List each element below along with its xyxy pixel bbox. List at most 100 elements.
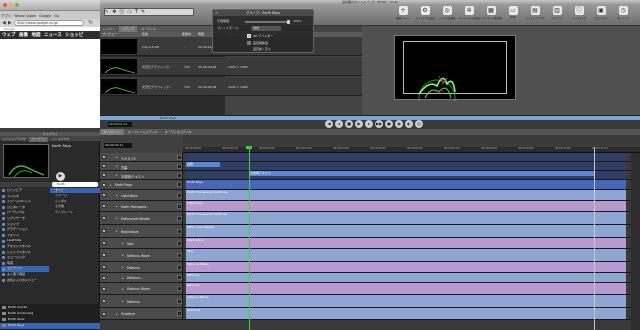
- library-category-item[interactable]: テキストスタイル: [1, 244, 49, 249]
- media-row[interactable]: 光沢元グラフィック… YUV 00:00:09;28 1920 × 1080: [100, 57, 362, 76]
- disclosure-triangle-icon[interactable]: ▸: [116, 312, 118, 316]
- layer-enable-checkbox[interactable]: ✓: [102, 286, 106, 291]
- layer-enable-checkbox[interactable]: ✓: [102, 182, 106, 187]
- layer-bar[interactable]: Light Rays: [186, 201, 626, 211]
- library-category-item[interactable]: シェイプ: [1, 222, 49, 227]
- library-category-item[interactable]: よく使う項目: [1, 272, 49, 277]
- col-in-use[interactable]: 使用中: [182, 32, 191, 36]
- timeline-layer[interactable]: ✓ ▸ Defocus Defocus Wave: [100, 295, 640, 308]
- timeline-layer[interactable]: ✓ ▸ Defocused Wealth Earth Transparent Outl…: [100, 212, 640, 225]
- bookmark-item[interactable]: Google: [38, 12, 52, 18]
- toolbar-button[interactable]: ✲ パーティクルを作成: [458, 6, 480, 26]
- tab-library[interactable]: ライブラリ: [29, 137, 49, 142]
- library-item[interactable]: Earth Rays: [0, 323, 100, 329]
- layer-bar[interactable]: Earth Transparent Outlines: [186, 190, 626, 200]
- transport-button-icon[interactable]: ▸: [365, 120, 373, 128]
- layer-enable-checkbox[interactable]: ✓: [102, 275, 106, 280]
- forward-icon[interactable]: ▶: [8, 20, 12, 26]
- toolbar-button[interactable]: ⓘ インスペクタ: [568, 6, 590, 26]
- library-category-item[interactable]: シェイプスタイル: [1, 250, 49, 255]
- disclosure-triangle-icon[interactable]: ▸: [122, 276, 124, 280]
- toolbar-button[interactable]: ▦ リプリケータを作成: [480, 6, 502, 26]
- col-preview[interactable]: プレビュー: [102, 32, 117, 36]
- close-icon[interactable]: [3, 3, 7, 7]
- play-range-end[interactable]: [594, 147, 595, 330]
- library-search-input[interactable]: Earth: [52, 182, 98, 187]
- timeline-layer[interactable]: ✓ ▸ Earth Transpare… Light Rays: [100, 201, 640, 212]
- disclosure-triangle-icon[interactable]: ▸: [116, 164, 118, 168]
- timeline-layer[interactable]: ✓ ▸ Defocus Wave Spin: [100, 249, 640, 262]
- nav-images[interactable]: 画像: [17, 31, 30, 38]
- timeline-layer[interactable]: ✓ ▸ Replicators Defocused Wealth: [100, 225, 640, 238]
- layer-bar[interactable]: Gradient: [186, 308, 626, 319]
- nav-shopping[interactable]: ショッピ: [63, 31, 85, 38]
- library-item[interactable]: Earth Glow: [0, 317, 100, 323]
- layer-enable-checkbox[interactable]: ✓: [102, 173, 106, 177]
- layer-bar[interactable]: [186, 153, 626, 161]
- transport-button-icon[interactable]: ▶▶: [375, 120, 383, 128]
- library-subcategory-item[interactable]: テンプレート: [50, 210, 100, 215]
- disclosure-triangle-icon[interactable]: ▸: [116, 193, 118, 197]
- library-category-item[interactable]: グラデーション: [1, 227, 49, 232]
- layer-enable-checkbox[interactable]: ✓: [102, 253, 106, 257]
- layer-enable-checkbox[interactable]: ✓: [102, 241, 106, 245]
- library-category-item[interactable]: パーティクル: [1, 210, 49, 215]
- transport-button-icon[interactable]: ●: [385, 120, 393, 128]
- nav-news[interactable]: ニュース: [42, 31, 63, 38]
- toolbar-button[interactable]: ⚙ ビヘイビアを追加: [414, 6, 436, 26]
- media-row[interactable]: 光沢元グラフィック… YUV 00:00:09;28 1920 × 1080: [100, 77, 362, 96]
- toolbar-button[interactable]: ▭ HUD: [502, 6, 524, 26]
- bookmark-item[interactable]: Go: [53, 12, 60, 18]
- disclosure-triangle-icon[interactable]: ▸: [116, 216, 118, 220]
- disclosure-triangle-icon[interactable]: ▸: [122, 287, 124, 291]
- transport-button-icon[interactable]: ◂: [335, 120, 343, 128]
- url-field[interactable]: http://www.google.co.jp/: [14, 20, 84, 26]
- timeline-layer[interactable]: ✓ ▸ Defocus… Defocus: [100, 273, 640, 283]
- timeline-timecode[interactable]: 00:00:01;11: [104, 143, 132, 148]
- layer-enable-checkbox[interactable]: ✓: [102, 216, 106, 220]
- layer-bar[interactable]: Spin: [186, 249, 626, 261]
- bookmark-item[interactable]: Yahoo! Japan: [13, 12, 37, 18]
- toolbar-button[interactable]: + 新規レイヤー: [392, 6, 414, 26]
- library-category-item[interactable]: リプリケータ: [1, 216, 49, 221]
- tab-file-browser[interactable]: ファイルブラウザ: [0, 137, 28, 142]
- library-category-item[interactable]: フィルタ: [1, 194, 49, 199]
- upper-clip[interactable]: 半透明テキスト: [249, 171, 594, 176]
- layer-enable-checkbox[interactable]: ✓: [102, 193, 106, 197]
- minimize-icon[interactable]: [9, 3, 13, 7]
- layer-enable-checkbox[interactable]: ✓: [102, 155, 106, 159]
- library-category-item[interactable]: イメージユニット: [1, 199, 49, 204]
- disclosure-triangle-icon[interactable]: ▸: [116, 155, 118, 159]
- disclosure-triangle-icon[interactable]: ▸: [122, 253, 124, 257]
- library-subcategory-item[interactable]: すべて: [50, 188, 100, 193]
- nav-maps[interactable]: 地図: [30, 31, 43, 38]
- library-category-item[interactable]: 写真: [1, 261, 49, 266]
- threed-checkbox[interactable]: ✓: [247, 34, 251, 38]
- layer-enable-checkbox[interactable]: ✓: [102, 311, 106, 316]
- blend-mode-select[interactable]: 通常: [251, 26, 281, 31]
- playhead[interactable]: [249, 147, 250, 330]
- layer-bar[interactable]: Defocus: [186, 283, 626, 294]
- library-item[interactable]: Earth Cracks: [0, 305, 100, 311]
- library-category-item[interactable]: ジェネレータ: [1, 205, 49, 210]
- opacity-value[interactable]: 100%: [293, 19, 302, 23]
- opacity-slider[interactable]: [245, 20, 290, 24]
- layer-bar[interactable]: [186, 162, 626, 170]
- toolbar-button[interactable]: ◷ タイミング: [612, 6, 634, 26]
- library-category-item[interactable]: ビヘイビア: [1, 188, 49, 193]
- transport-button-icon[interactable]: ■: [345, 120, 353, 128]
- disclosure-triangle-icon[interactable]: ▸: [122, 241, 124, 245]
- layer-bar[interactable]: Replicators: [186, 238, 626, 248]
- timeline-scrollbar[interactable]: [631, 153, 640, 330]
- transport-button-icon[interactable]: ◎: [415, 120, 423, 128]
- tab-inspector[interactable]: インスペクタ: [50, 137, 72, 142]
- toolbar-button[interactable]: ▤ ファイルブラウザ: [524, 6, 546, 26]
- disclosure-triangle-icon[interactable]: ▸: [110, 183, 112, 187]
- transport-button-icon[interactable]: ◉: [395, 120, 403, 128]
- library-category-item[interactable]: お気に入りのメニュー: [1, 278, 49, 283]
- library-subcategory-item[interactable]: シンボル: [50, 199, 100, 204]
- transport-button-icon[interactable]: ◀: [325, 120, 333, 128]
- disclosure-triangle-icon[interactable]: ▸: [116, 229, 118, 233]
- layer-bar[interactable]: Earth Transparent Outlines: [186, 212, 626, 224]
- timeline-layer[interactable]: ✓ ▸ 白幕: [100, 162, 640, 171]
